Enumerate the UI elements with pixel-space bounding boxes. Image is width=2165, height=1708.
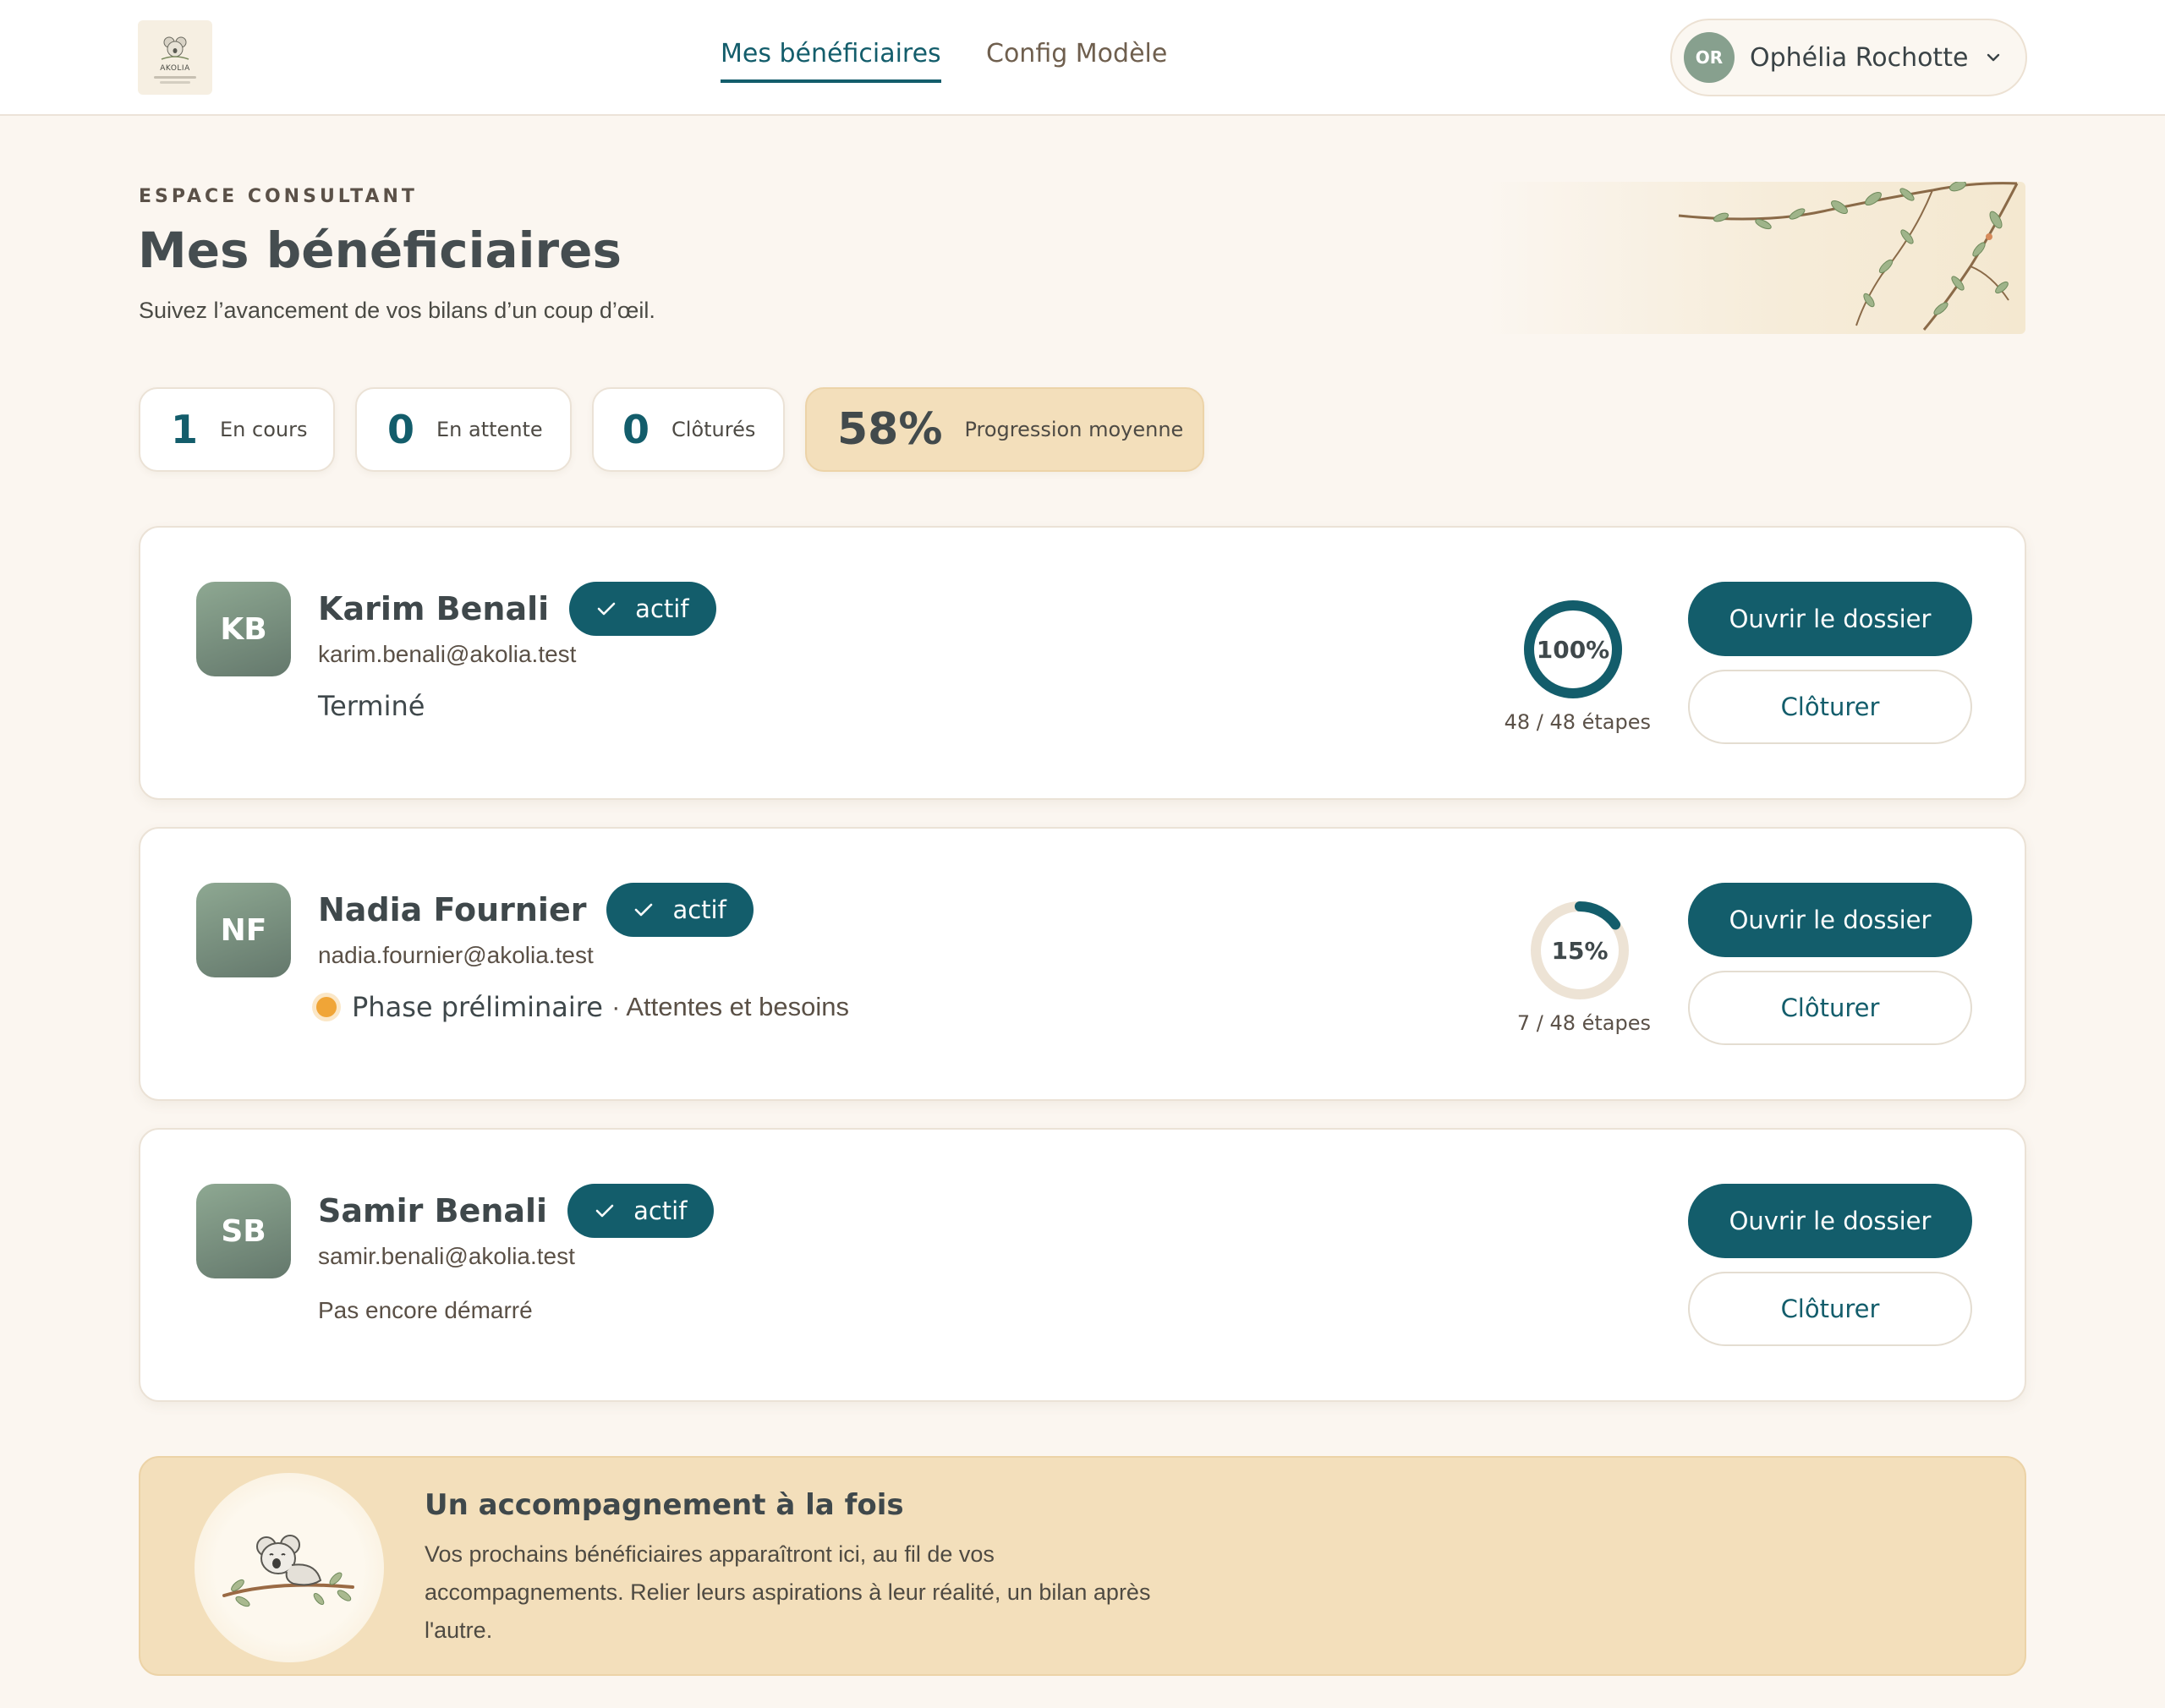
status-badge: actif [569, 582, 716, 636]
stat-label: Progression moyenne [964, 418, 1184, 441]
koala-illustration [195, 1473, 384, 1662]
section-eyebrow: ESPACE CONSULTANT [139, 186, 418, 207]
beneficiary-card: NF Nadia Fournier actif nadia.fournier@a… [139, 827, 2026, 1101]
tab-config-modele[interactable]: Config Modèle [986, 39, 1167, 83]
open-dossier-button[interactable]: Ouvrir le dossier [1688, 582, 1972, 656]
badge-label: actif [635, 594, 689, 623]
chevron-down-icon [1987, 53, 2000, 62]
tab-mes-beneficiaires[interactable]: Mes bénéficiaires [721, 39, 941, 83]
top-navigation-bar: AKOLIA Mes bénéficiaires Config Modèle O… [0, 0, 2165, 116]
beneficiary-name: Samir Benali [318, 1192, 548, 1229]
badge-label: actif [633, 1196, 688, 1225]
page-subtitle: Suivez l’avancement de vos bilans d’un c… [139, 298, 655, 323]
cloturer-button[interactable]: Clôturer [1688, 1272, 1972, 1346]
beneficiary-name: Karim Benali [318, 590, 550, 627]
beneficiary-email: karim.benali@akolia.test [318, 641, 577, 667]
check-icon [595, 1204, 614, 1218]
beneficiary-status: Terminé [318, 690, 425, 722]
beneficiary-avatar: SB [196, 1184, 291, 1278]
stat-progression-moyenne: 58% Progression moyenne [805, 387, 1204, 472]
stat-value: 0 [387, 407, 415, 452]
stat-value: 58% [837, 404, 943, 455]
cloturer-button[interactable]: Clôturer [1688, 670, 1972, 744]
progress-steps: 7 / 48 étapes [1516, 1011, 1651, 1035]
akolia-logo[interactable]: AKOLIA [138, 20, 212, 95]
stat-label: En attente [436, 418, 543, 441]
phase-name: Phase préliminaire [352, 991, 603, 1023]
logo-wordmark: AKOLIA [160, 63, 190, 73]
stat-en-attente: 0 En attente [355, 387, 572, 472]
status-badge: actif [606, 883, 754, 937]
progress-steps: 48 / 48 étapes [1504, 710, 1651, 734]
phase-indicator-dot [316, 997, 337, 1017]
progress-percent: 15% [1551, 936, 1609, 965]
cloturer-button[interactable]: Clôturer [1688, 971, 1972, 1045]
koala-icon [222, 1535, 354, 1607]
beneficiary-avatar: NF [196, 883, 291, 977]
check-icon [597, 602, 616, 616]
beneficiary-status: Pas encore démarré [318, 1297, 533, 1323]
progress-percent: 100% [1536, 635, 1610, 664]
koala-logo-icon [161, 36, 189, 60]
empty-state-banner: Un accompagnement à la fois Vos prochain… [139, 1456, 2026, 1676]
badge-label: actif [672, 895, 726, 924]
beneficiary-name: Nadia Fournier [318, 891, 587, 928]
beneficiary-card: SB Samir Benali actif samir.benali@akoli… [139, 1128, 2026, 1402]
user-avatar: OR [1684, 32, 1735, 83]
open-dossier-button[interactable]: Ouvrir le dossier [1688, 883, 1972, 957]
user-name: Ophélia Rochotte [1750, 42, 1969, 73]
banner-text: Vos prochains bénéficiaires apparaîtront… [425, 1541, 1151, 1643]
phase-detail: · Attentes et besoins [611, 992, 850, 1021]
user-menu-button[interactable]: OR Ophélia Rochotte [1670, 19, 2027, 96]
stat-label: En cours [220, 418, 308, 441]
open-dossier-button[interactable]: Ouvrir le dossier [1688, 1184, 1972, 1258]
status-badge: actif [567, 1184, 715, 1238]
stat-value: 0 [622, 407, 650, 452]
stat-clotures: 0 Clôturés [592, 387, 785, 472]
beneficiary-phase: Phase préliminaire · Attentes et besoins [316, 991, 850, 1023]
branch-icon [1678, 180, 2019, 331]
stat-label: Clôturés [671, 418, 756, 441]
beneficiary-card: KB Karim Benali actif karim.benali@akoli… [139, 526, 2026, 800]
banner-title: Un accompagnement à la fois [425, 1488, 904, 1522]
beneficiary-avatar: KB [196, 582, 291, 676]
page-title: Mes bénéficiaires [138, 222, 622, 279]
beneficiary-email: samir.benali@akolia.test [318, 1243, 575, 1269]
branch-illustration [1484, 180, 2025, 334]
stat-en-cours: 1 En cours [139, 387, 335, 472]
beneficiary-email: nadia.fournier@akolia.test [318, 942, 594, 968]
check-icon [635, 903, 653, 917]
stat-value: 1 [171, 407, 199, 452]
